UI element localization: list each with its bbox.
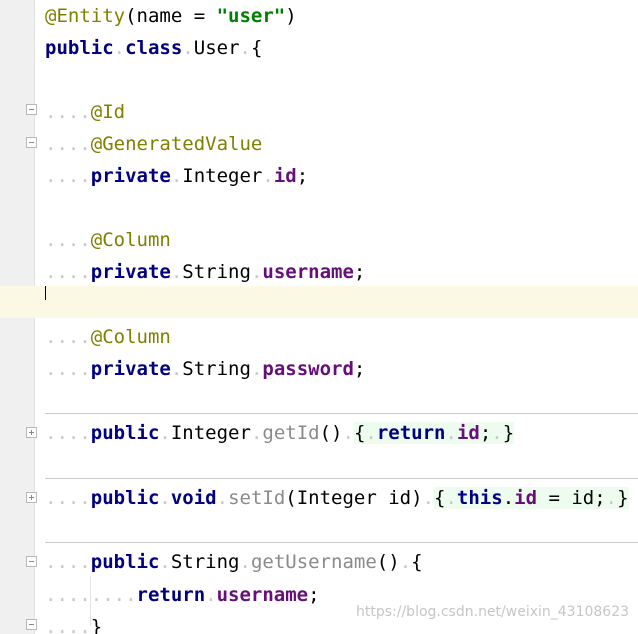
field-token: id: [514, 487, 538, 509]
keyword-token: return: [136, 584, 206, 606]
field-token: id: [273, 165, 297, 187]
keyword-token: private: [90, 358, 171, 380]
brace-token: {: [250, 37, 263, 59]
code-line[interactable]: ....private.Integer.id;: [0, 160, 638, 192]
annotation-token: @GeneratedValue: [90, 133, 263, 155]
keyword-token: private: [90, 261, 171, 283]
code-text: @Entity(name = "user"): [45, 0, 297, 32]
type-token: Integer: [170, 422, 251, 444]
code-text: ....private.String.username;: [45, 261, 366, 283]
fold-minus-icon[interactable]: [26, 619, 37, 630]
code-text: ....}: [45, 611, 102, 634]
field-token: password: [262, 358, 354, 380]
brace-token: {: [411, 551, 423, 573]
keyword-token: private: [90, 165, 171, 187]
dot-token: .: [502, 487, 515, 509]
paren-token: (): [319, 422, 343, 444]
code-line[interactable]: ....public.void.setId(Integer id).{.this…: [0, 482, 638, 514]
code-line[interactable]: ....@Column: [0, 224, 638, 256]
code-line[interactable]: ....private.String.username;: [0, 256, 638, 288]
type-token: Integer: [182, 165, 263, 187]
keyword-token: public: [90, 422, 160, 444]
code-text: ....private.Integer.id;: [45, 165, 309, 187]
code-text: ....@Id: [45, 101, 126, 123]
brace-token: }: [617, 487, 629, 509]
method-name-token: getUsername: [250, 551, 377, 573]
code-line[interactable]: ....@Id: [0, 96, 638, 128]
method-separator: [45, 542, 638, 543]
code-text: ....public.String.getUsername().{: [45, 551, 423, 573]
fold-minus-icon[interactable]: [26, 137, 37, 148]
annotation-token: @Column: [90, 326, 171, 348]
brace-token: {: [434, 487, 446, 509]
current-line-highlight[interactable]: [0, 286, 638, 318]
keyword-token: public: [90, 551, 160, 573]
code-line[interactable]: ....@GeneratedValue: [0, 128, 638, 160]
code-line[interactable]: ....public.Integer.getId().{.return.id;.…: [0, 417, 638, 449]
annotation-token: @Entity: [45, 5, 126, 27]
method-separator: [45, 413, 638, 414]
type-token: String: [182, 261, 251, 283]
type-token: String: [170, 551, 240, 573]
code-line[interactable]: @Entity(name = "user"): [0, 0, 638, 32]
fold-plus-icon[interactable]: [26, 427, 37, 438]
paren-token: ): [285, 5, 297, 27]
semicolon-token: ;: [479, 422, 492, 444]
annotation-token: @Column: [90, 229, 171, 251]
code-text: ........return.username;: [45, 584, 320, 606]
string-literal-token: "user": [216, 5, 286, 27]
assignment-token: = id;: [537, 487, 606, 509]
params-token: (Integer id): [285, 487, 423, 509]
semicolon-token: ;: [353, 358, 366, 380]
code-text: ....@GeneratedValue: [45, 133, 263, 155]
method-name-token: setId: [228, 487, 286, 509]
field-token: id: [456, 422, 480, 444]
field-token: username: [262, 261, 354, 283]
code-text: ....@Column: [45, 229, 171, 251]
brace-token: }: [90, 616, 103, 634]
code-text: ....public.void.setId(Integer id).{.this…: [45, 487, 629, 509]
semicolon-token: ;: [308, 584, 320, 606]
keyword-token: void: [170, 487, 217, 509]
fold-plus-icon[interactable]: [26, 492, 37, 503]
code-line[interactable]: ....public.String.getUsername().{: [0, 546, 638, 578]
keyword-token: public: [90, 487, 160, 509]
annotation-args-token: (name =: [125, 5, 217, 27]
keyword-token: return: [376, 422, 446, 444]
fold-minus-icon[interactable]: [26, 104, 37, 115]
keyword-token: class: [125, 37, 183, 59]
keyword-token: public: [45, 37, 114, 59]
semicolon-token: ;: [353, 261, 366, 283]
fold-minus-icon[interactable]: [26, 556, 37, 567]
method-separator: [45, 478, 638, 479]
brace-token: {: [353, 422, 366, 444]
type-token: String: [182, 358, 251, 380]
code-line[interactable]: public.class.User.{: [0, 32, 638, 64]
class-name-token: User: [193, 37, 240, 59]
code-editor[interactable]: @Entity(name = "user") public.class.User…: [0, 0, 638, 634]
keyword-token: this: [456, 487, 503, 509]
brace-token: }: [502, 422, 515, 444]
annotation-token: @Id: [90, 101, 126, 123]
code-text: ....public.Integer.getId().{.return.id;.…: [45, 422, 515, 444]
code-text: public.class.User.{: [45, 37, 263, 59]
semicolon-token: ;: [296, 165, 309, 187]
code-line[interactable]: ....private.String.password;: [0, 353, 638, 385]
code-text: ....@Column: [45, 326, 171, 348]
field-token: username: [216, 584, 309, 606]
method-name-token: getId: [262, 422, 320, 444]
watermark: https://blog.csdn.net/weixin_43108623: [356, 604, 630, 620]
paren-token: (): [376, 551, 400, 573]
text-caret: [45, 286, 46, 300]
code-line[interactable]: ....@Column: [0, 321, 638, 353]
code-text: ....private.String.password;: [45, 358, 366, 380]
